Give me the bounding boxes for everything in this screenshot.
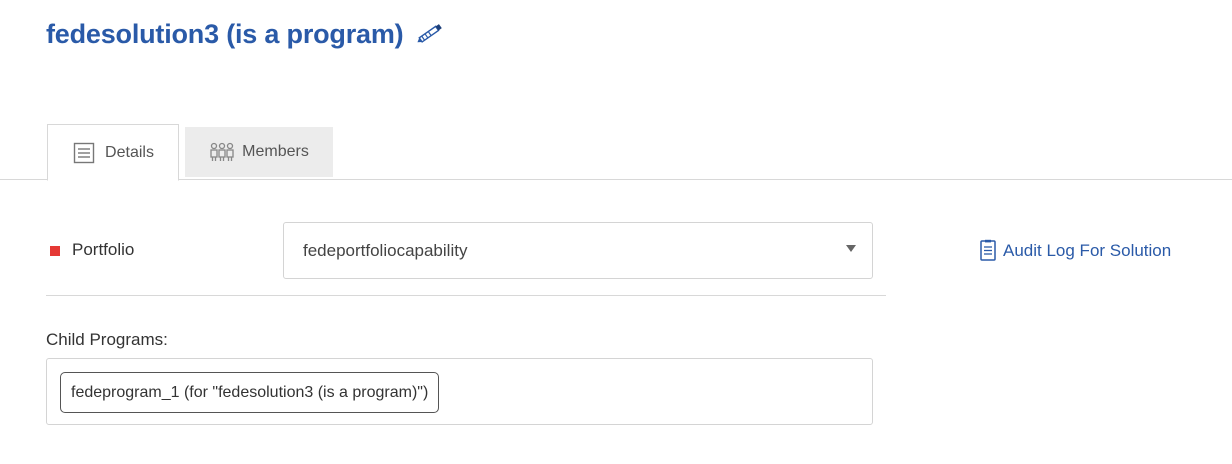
portfolio-select[interactable]: fedeportfoliocapability <box>283 222 873 279</box>
title-row: fedesolution3 (is a program) <box>46 14 445 54</box>
portfolio-label: Portfolio <box>72 240 135 259</box>
portfolio-selected-value: fedeportfoliocapability <box>303 241 468 260</box>
required-marker <box>50 246 60 256</box>
audit-log-label: Audit Log For Solution <box>1003 241 1172 260</box>
tab-bar: Details Members <box>0 124 1232 181</box>
tab-details[interactable]: Details <box>47 124 179 181</box>
page-title: fedesolution3 (is a program) <box>46 18 404 49</box>
pencil-icon[interactable] <box>415 21 445 47</box>
chevron-down-icon <box>846 245 856 252</box>
members-icon <box>209 141 234 163</box>
audit-log-link[interactable]: Audit Log For Solution <box>979 239 1171 263</box>
document-icon <box>979 239 997 263</box>
child-programs-field[interactable]: fedeprogram_1 (for "fedesolution3 (is a … <box>46 358 873 425</box>
tab-members[interactable]: Members <box>185 127 333 177</box>
tab-members-label: Members <box>242 143 309 160</box>
child-program-chip[interactable]: fedeprogram_1 (for "fedesolution3 (is a … <box>60 372 440 413</box>
child-programs-label: Child Programs: <box>46 330 168 349</box>
tab-details-label: Details <box>105 143 154 161</box>
solution-page: fedesolution3 (is a program) Details Mem… <box>0 0 1232 464</box>
details-icon <box>72 142 96 164</box>
portfolio-row: Portfolio fedeportfoliocapability <box>46 222 886 296</box>
